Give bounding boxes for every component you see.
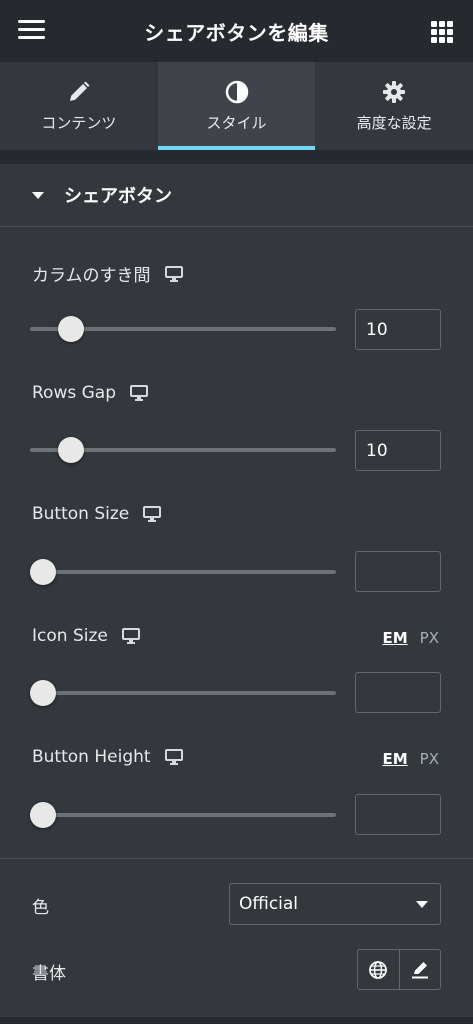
desktop-icon[interactable]: [130, 385, 148, 401]
slider-handle[interactable]: [58, 316, 84, 342]
editor-header: シェアボタンを編集: [0, 0, 473, 62]
gear-icon: [383, 80, 406, 103]
icon-size-label: Icon Size: [32, 626, 108, 646]
bottom-bar: [0, 1017, 473, 1024]
tab-style[interactable]: スタイル: [157, 62, 316, 150]
typography-global-button[interactable]: [358, 950, 399, 989]
column-gap-label: カラムのすき間: [32, 266, 151, 286]
unit-em-toggle[interactable]: EM: [382, 750, 407, 768]
unit-em-toggle[interactable]: EM: [382, 629, 407, 647]
button-size-input[interactable]: [355, 551, 441, 592]
pencil-icon: [69, 81, 90, 101]
tab-advanced[interactable]: 高度な設定: [315, 62, 473, 150]
unit-px-toggle[interactable]: PX: [420, 750, 439, 768]
button-height-slider[interactable]: [30, 802, 336, 828]
chevron-down-icon: [416, 901, 428, 908]
section-divider: [0, 858, 473, 859]
rows-gap-label: Rows Gap: [32, 383, 116, 403]
button-height-units: EM PX: [382, 750, 439, 768]
contrast-icon: [225, 80, 248, 103]
button-size-slider[interactable]: [30, 559, 336, 585]
button-size-label: Button Size: [32, 504, 130, 524]
slider-handle[interactable]: [30, 680, 56, 706]
button-height-label: Button Height: [32, 747, 151, 767]
slider-handle[interactable]: [30, 559, 56, 585]
icon-size-input[interactable]: [355, 672, 441, 713]
column-gap-label-row: カラムのすき間: [32, 261, 183, 286]
desktop-icon[interactable]: [143, 506, 162, 522]
tab-style-label: スタイル: [206, 113, 267, 132]
button-height-label-row: Button Height: [32, 747, 183, 767]
tab-content[interactable]: コンテンツ: [0, 62, 158, 150]
icon-size-units: EM PX: [382, 629, 439, 647]
rows-gap-slider[interactable]: [30, 437, 336, 463]
color-select[interactable]: Official: [229, 883, 441, 925]
unit-px-toggle[interactable]: PX: [420, 629, 439, 647]
button-height-input[interactable]: [355, 794, 441, 835]
section-title: シェアボタン: [64, 186, 172, 207]
section-toggle[interactable]: シェアボタン: [0, 164, 473, 227]
icon-size-label-row: Icon Size: [32, 626, 140, 646]
style-panel: シェアボタン カラムのすき間 Rows Gap Button Size: [0, 164, 473, 1024]
button-size-label-row: Button Size: [32, 504, 162, 524]
typography-edit-button[interactable]: [398, 950, 441, 989]
desktop-icon[interactable]: [164, 265, 183, 282]
typography-label: 書体: [32, 964, 66, 984]
icon-size-slider[interactable]: [30, 680, 336, 706]
grid-apps-icon[interactable]: [431, 21, 453, 43]
slider-track: [30, 691, 336, 695]
color-select-value: Official: [239, 894, 299, 914]
slider-handle[interactable]: [58, 437, 84, 463]
slider-track: [30, 570, 336, 574]
typography-controls: [357, 949, 441, 990]
column-gap-input[interactable]: [355, 309, 441, 350]
desktop-icon[interactable]: [164, 749, 183, 765]
rows-gap-label-row: Rows Gap: [32, 383, 148, 403]
column-gap-slider[interactable]: [30, 316, 336, 342]
rows-gap-input[interactable]: [355, 430, 441, 471]
caret-down-icon: [32, 191, 44, 199]
globe-icon: [369, 960, 388, 979]
panel-title: シェアボタンを編集: [144, 20, 329, 45]
tab-content-label: コンテンツ: [41, 113, 117, 132]
tabs-spacer: [0, 150, 473, 164]
slider-track: [30, 813, 336, 817]
panel-tabs: コンテンツ スタイル 高度な設定: [0, 62, 473, 150]
slider-handle[interactable]: [30, 802, 56, 828]
hamburger-menu-icon[interactable]: [18, 20, 46, 42]
color-label: 色: [32, 898, 49, 918]
pencil-icon: [411, 961, 428, 978]
tab-advanced-label: 高度な設定: [356, 113, 432, 132]
desktop-icon[interactable]: [121, 628, 140, 644]
